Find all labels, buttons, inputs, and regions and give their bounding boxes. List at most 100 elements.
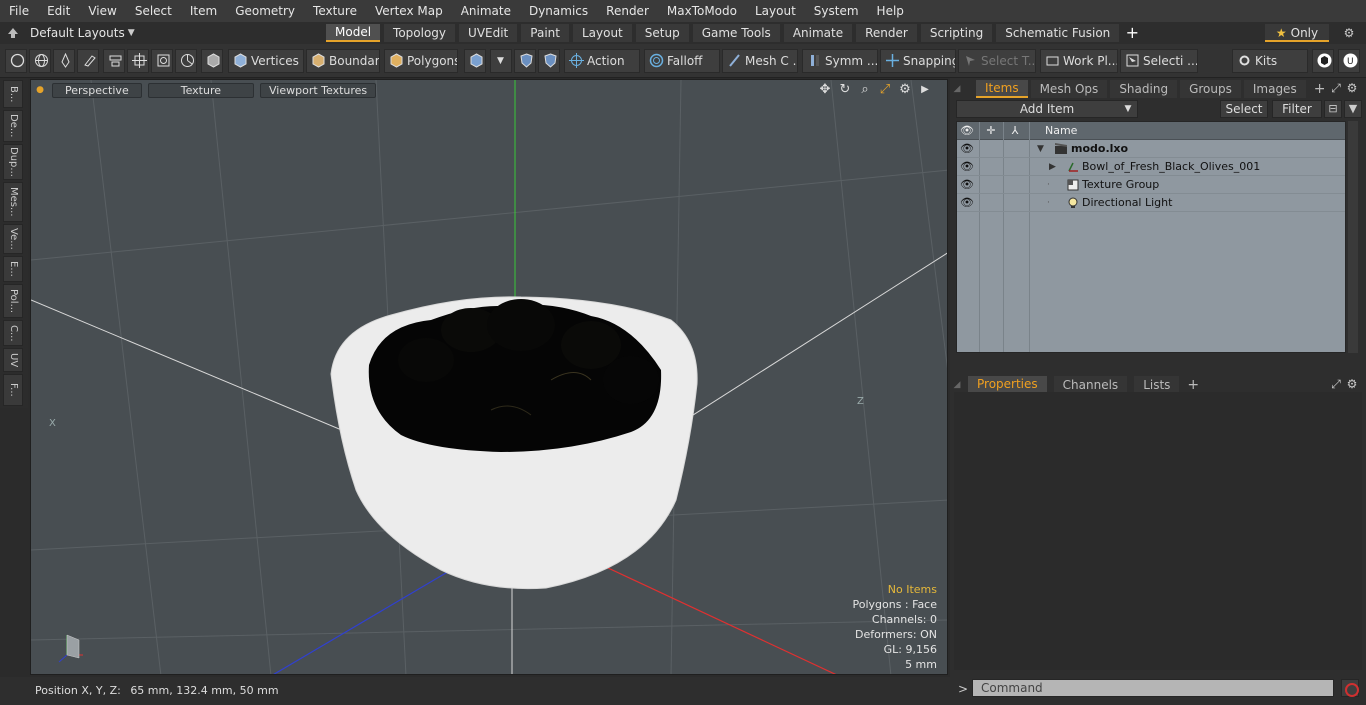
- menu-geometry[interactable]: Geometry: [226, 0, 304, 22]
- left-tab-duplicate[interactable]: Dup...: [3, 144, 23, 180]
- zoom-icon[interactable]: ⌕: [855, 82, 875, 98]
- material-button[interactable]: [464, 49, 486, 73]
- tab-images[interactable]: Images: [1243, 80, 1306, 98]
- select-button[interactable]: Select: [1220, 100, 1268, 118]
- sym-shield-button[interactable]: [514, 49, 536, 73]
- expand-triangle-icon[interactable]: ▼: [1037, 140, 1047, 158]
- play-icon[interactable]: ▶: [915, 82, 935, 98]
- lock-column-icon[interactable]: ✛: [983, 122, 999, 140]
- add-item-button[interactable]: Add Item ▼: [956, 100, 1138, 118]
- unity-button[interactable]: [1312, 49, 1334, 73]
- tree-row-texture-group[interactable]: 👁 · Texture Group: [957, 176, 1345, 194]
- gear-icon[interactable]: ⚙: [1340, 24, 1358, 42]
- left-tab-deform[interactable]: De...: [3, 110, 23, 142]
- menu-dynamics[interactable]: Dynamics: [520, 0, 597, 22]
- tab-mesh-ops[interactable]: Mesh Ops: [1030, 80, 1108, 98]
- menu-animate[interactable]: Animate: [452, 0, 520, 22]
- falloff-button[interactable]: Falloff: [644, 49, 720, 73]
- left-tab-vertex[interactable]: Ve...: [3, 224, 23, 254]
- menu-layout[interactable]: Layout: [746, 0, 805, 22]
- fit-icon[interactable]: ⤢: [875, 82, 895, 98]
- menu-select[interactable]: Select: [126, 0, 181, 22]
- element-button[interactable]: [151, 49, 173, 73]
- left-tab-polygon[interactable]: Pol...: [3, 284, 23, 318]
- menu-vertex-map[interactable]: Vertex Map: [366, 0, 452, 22]
- menu-item[interactable]: Item: [181, 0, 226, 22]
- tab-animate[interactable]: Animate: [783, 24, 853, 42]
- filter-button[interactable]: Filter: [1272, 100, 1322, 118]
- snapping-button[interactable]: Snapping: [880, 49, 956, 73]
- panel-handle-icon[interactable]: ◢: [950, 80, 964, 98]
- menu-system[interactable]: System: [805, 0, 868, 22]
- brush-tool-button[interactable]: [77, 49, 99, 73]
- left-tab-mesh-edit[interactable]: Mes...: [3, 182, 23, 222]
- record-macro-icon[interactable]: [1341, 679, 1359, 697]
- only-toggle-button[interactable]: ★ Only: [1265, 24, 1329, 42]
- move-icon[interactable]: ✥: [815, 82, 835, 98]
- material-dropdown-button[interactable]: ▼: [490, 49, 512, 73]
- tab-shading[interactable]: Shading: [1110, 80, 1178, 98]
- menu-help[interactable]: Help: [868, 0, 913, 22]
- select-through-button[interactable]: Select T...: [958, 49, 1036, 73]
- align-button[interactable]: [103, 49, 125, 73]
- tab-layout[interactable]: Layout: [572, 24, 632, 42]
- rotate-icon[interactable]: ↻: [835, 82, 855, 98]
- menu-texture[interactable]: Texture: [304, 0, 366, 22]
- tab-model[interactable]: Model: [326, 24, 381, 42]
- tab-uvedit[interactable]: UVEdit: [459, 24, 518, 42]
- pen-tool-button[interactable]: [53, 49, 75, 73]
- sym-shield-alt-button[interactable]: [538, 49, 560, 73]
- visibility-eye-icon[interactable]: 👁: [959, 158, 975, 176]
- menu-view[interactable]: View: [79, 0, 125, 22]
- collapse-icon[interactable]: ⊟: [1324, 100, 1342, 118]
- texture-button[interactable]: Texture: [147, 82, 254, 98]
- tab-scripting[interactable]: Scripting: [920, 24, 993, 42]
- left-tab-curve[interactable]: C...: [3, 320, 23, 346]
- tab-setup[interactable]: Setup: [635, 24, 689, 42]
- visibility-column-eye-icon[interactable]: 👁: [959, 122, 975, 140]
- tab-schematic-fusion[interactable]: Schematic Fusion: [996, 24, 1120, 42]
- pie-button[interactable]: [175, 49, 197, 73]
- symmetry-button[interactable]: Symm ...: [802, 49, 878, 73]
- tab-game-tools[interactable]: Game Tools: [692, 24, 780, 42]
- add-tab-plus-icon[interactable]: +: [1123, 24, 1141, 42]
- menu-render[interactable]: Render: [597, 0, 658, 22]
- expand-icon[interactable]: ⤢: [1328, 80, 1344, 96]
- select-mode-circle-button[interactable]: [5, 49, 27, 73]
- tab-items[interactable]: Items: [976, 80, 1028, 98]
- visibility-eye-icon[interactable]: 👁: [959, 140, 975, 158]
- viewport-menu-dot-icon[interactable]: ●: [34, 84, 46, 96]
- kits-button[interactable]: Kits: [1232, 49, 1308, 73]
- gear-icon[interactable]: ⚙: [1344, 80, 1360, 96]
- polygons-button[interactable]: Polygons: [384, 49, 458, 73]
- expand-triangle-icon[interactable]: ▶: [1049, 158, 1059, 176]
- settings-icon[interactable]: ⚙: [895, 82, 915, 98]
- work-plane-button[interactable]: Work Pl...: [1040, 49, 1118, 73]
- left-tab-edge[interactable]: E...: [3, 256, 23, 282]
- selection-sets-button[interactable]: Selecti ...: [1120, 49, 1198, 73]
- left-tab-basic[interactable]: B...: [3, 80, 23, 108]
- viewport-textures-button[interactable]: Viewport Textures: [260, 82, 377, 98]
- tab-paint[interactable]: Paint: [521, 24, 569, 42]
- tree-row-directional-light[interactable]: 👁 · Directional Light: [957, 194, 1345, 212]
- tab-render[interactable]: Render: [856, 24, 917, 42]
- command-input[interactable]: Command: [972, 679, 1334, 697]
- item-mode-button[interactable]: [201, 49, 223, 73]
- tree-row-bowl-mesh[interactable]: 👁 ▶ Bowl_of_Fresh_Black_Olives_001: [957, 158, 1345, 176]
- menu-edit[interactable]: Edit: [38, 0, 79, 22]
- center-button[interactable]: [127, 49, 149, 73]
- menu-maxtomodo[interactable]: MaxToModo: [658, 0, 746, 22]
- item-list-scrollbar[interactable]: [1348, 121, 1358, 353]
- name-column-header[interactable]: Name: [1045, 122, 1077, 140]
- globe-button[interactable]: [29, 49, 51, 73]
- tree-row-modo-lxo[interactable]: 👁 ▼ modo.lxo: [957, 140, 1345, 158]
- left-tab-fusion[interactable]: F...: [3, 374, 23, 406]
- tab-groups[interactable]: Groups: [1180, 80, 1241, 98]
- menu-file[interactable]: File: [0, 0, 38, 22]
- left-tab-uv[interactable]: UV: [3, 348, 23, 372]
- mesh-constraint-button[interactable]: Mesh C ...: [722, 49, 798, 73]
- 3d-viewport[interactable]: X Z ● Perspective Texture Viewport Textu…: [30, 79, 948, 675]
- perspective-button[interactable]: Perspective: [52, 82, 142, 98]
- unreal-button[interactable]: U: [1338, 49, 1360, 73]
- funnel-icon[interactable]: ▼: [1344, 100, 1362, 118]
